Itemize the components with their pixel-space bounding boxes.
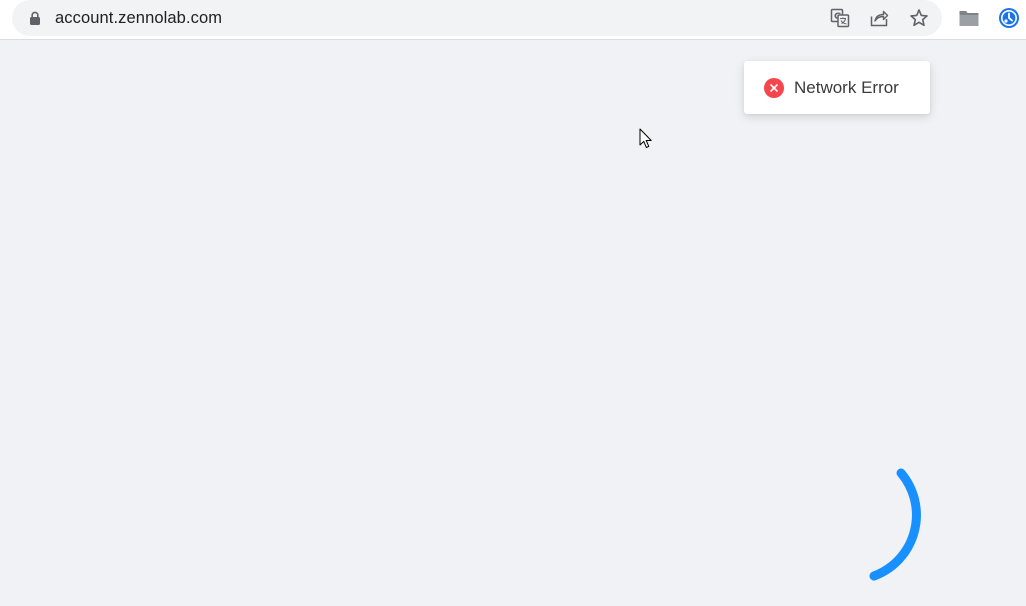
close-circle-icon	[764, 77, 784, 98]
toast-message: Network Error	[794, 77, 899, 97]
lock-icon[interactable]	[29, 11, 41, 25]
translate-icon[interactable]: G	[829, 7, 851, 29]
error-toast: Network Error	[744, 61, 930, 114]
browser-toolbar: account.zennolab.com G	[0, 0, 1026, 40]
address-bar[interactable]: account.zennolab.com G	[12, 0, 942, 36]
url-text[interactable]: account.zennolab.com	[55, 8, 222, 28]
mouse-pointer-icon	[639, 128, 652, 148]
loading-spinner-icon	[869, 468, 921, 581]
star-icon[interactable]	[908, 7, 930, 29]
share-icon[interactable]	[868, 7, 890, 29]
page-content: Network Error	[0, 40, 1026, 606]
extension-icon[interactable]	[998, 7, 1020, 29]
folder-icon[interactable]	[958, 7, 980, 29]
